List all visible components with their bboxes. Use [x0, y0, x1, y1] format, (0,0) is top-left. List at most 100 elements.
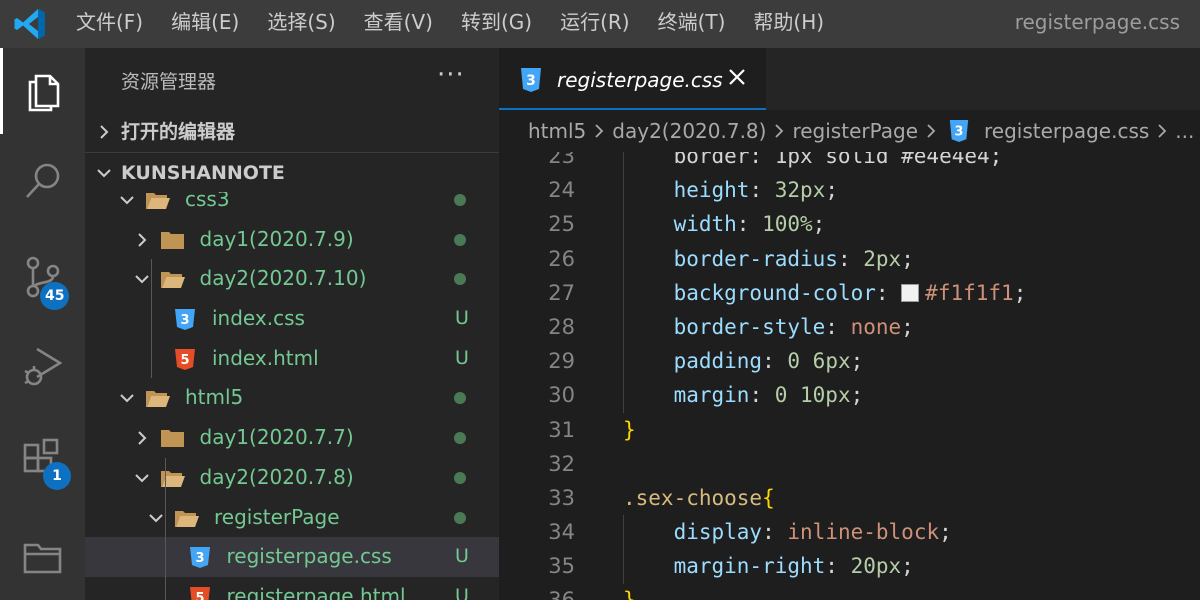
activity-search[interactable]	[0, 138, 85, 224]
code-line[interactable]: 28 border-style: none;	[499, 310, 1200, 344]
breadcrumb-day2[interactable]: day2(2020.7.8)	[612, 119, 766, 143]
code-line[interactable]: 25 width: 100%;	[499, 207, 1200, 241]
code-line[interactable]: 31}	[499, 413, 1200, 447]
menu-run[interactable]: 运行(R)	[546, 0, 644, 48]
tree-item[interactable]: css3	[85, 192, 499, 220]
code-line[interactable]: 34 display: inline-block;	[499, 515, 1200, 549]
menu-file[interactable]: 文件(F)	[62, 0, 157, 48]
code-line[interactable]: 33 .sex-choose{	[499, 481, 1200, 515]
code-token: .sex-choose	[623, 485, 763, 510]
code-token: #f1f1f1	[925, 280, 1014, 305]
code-text: }	[623, 413, 636, 447]
activity-source-control[interactable]: 45	[0, 234, 85, 320]
css-file-icon: 3	[189, 547, 210, 569]
activity-folders[interactable]	[0, 514, 85, 600]
css-file-icon: 3	[521, 68, 541, 92]
menu-go[interactable]: 转到(G)	[447, 0, 546, 48]
open-editors-section[interactable]: 打开的编辑器	[85, 112, 499, 152]
menu-edit[interactable]: 编辑(E)	[157, 0, 253, 48]
breadcrumb-registerpage[interactable]: registerPage	[792, 119, 918, 143]
code-token: width	[673, 212, 737, 237]
menu-view[interactable]: 查看(V)	[350, 0, 447, 48]
file-tree: css3 day1(2020.7.9) day2(2020.7.10) 3 index.…	[85, 192, 499, 600]
files-icon	[28, 74, 60, 112]
line-number: 27	[548, 280, 575, 305]
code-token: :	[749, 178, 775, 203]
code-token: 32px	[774, 178, 826, 203]
code-token: border: 1px solid #e4e4e4;	[623, 152, 1003, 168]
line-number: 28	[548, 314, 575, 339]
tab-registerpage-css[interactable]: 3 registerpage.css	[499, 48, 766, 110]
chevron-right-icon	[100, 125, 109, 139]
activity-extensions[interactable]: 1	[0, 416, 85, 502]
tab-label: registerpage.css	[557, 68, 723, 92]
menu-selection[interactable]: 选择(S)	[253, 0, 349, 48]
code-text: width: 100%;	[623, 207, 826, 241]
tree-item[interactable]: day1(2020.7.9)	[85, 220, 499, 260]
chevron-right-icon	[137, 431, 146, 445]
breadcrumb-more[interactable]: ...	[1175, 119, 1194, 143]
activity-explorer[interactable]	[0, 48, 85, 134]
extensions-badge: 1	[43, 462, 71, 490]
tree-item[interactable]: 5 registerpage.html U	[85, 577, 499, 600]
code-token: ;	[1013, 280, 1027, 305]
tree-item[interactable]: 3 registerpage.css U	[85, 537, 499, 577]
code-token: border-radius	[673, 246, 838, 271]
code-line[interactable]: 36}	[499, 583, 1200, 600]
git-status-dot	[454, 273, 466, 286]
code-editor[interactable]: 23 border: 1px solid #e4e4e4; 24 height: …	[499, 152, 1200, 600]
code-line[interactable]: 30 margin: 0 10px;	[499, 378, 1200, 412]
tree-item-label: registerpage.css	[226, 544, 392, 569]
project-section[interactable]: KUNSHANNOTE	[85, 152, 499, 192]
tree-item[interactable]: day2(2020.7.8)	[85, 458, 499, 498]
code-token: {	[762, 485, 775, 510]
indent-guide	[623, 515, 624, 584]
code-token: 100%	[762, 212, 813, 237]
code-token: ;	[850, 383, 864, 408]
folder-open-icon	[160, 272, 185, 289]
tree-item[interactable]: day1(2020.7.7)	[85, 418, 499, 458]
breadcrumb-file[interactable]: registerpage.css	[984, 119, 1149, 143]
line-number: 35	[548, 554, 575, 579]
explorer-title: 资源管理器	[121, 71, 217, 93]
css-file-icon: 3	[949, 120, 969, 142]
tree-item[interactable]: html5	[85, 378, 499, 418]
tree-item-label: registerpage.html	[226, 583, 406, 600]
tree-item[interactable]: 5 index.html U	[85, 339, 499, 379]
tree-item[interactable]: 3 index.css U	[85, 299, 499, 339]
git-status-untracked: U	[455, 346, 469, 369]
close-icon[interactable]	[727, 67, 747, 87]
breadcrumb-html5[interactable]: html5	[528, 119, 586, 143]
color-swatch[interactable]	[901, 283, 920, 302]
code-line[interactable]: 29 padding: 0 6px;	[499, 344, 1200, 378]
html-file-icon: 5	[189, 586, 210, 600]
folder-icon	[160, 231, 184, 249]
code-line[interactable]: 23 border: 1px solid #e4e4e4;	[499, 152, 1200, 173]
code-token: :	[736, 212, 763, 237]
svg-text:3: 3	[180, 313, 189, 328]
code-text: margin: 0 10px;	[623, 378, 864, 412]
activity-run-debug[interactable]	[0, 324, 85, 410]
explorer-header: 资源管理器 ···	[85, 48, 499, 112]
more-actions-button[interactable]: ···	[437, 60, 465, 90]
tree-item[interactable]: day2(2020.7.10)	[85, 259, 499, 299]
code-line[interactable]: 26 border-radius: 2px;	[499, 242, 1200, 276]
code-line[interactable]: 32	[499, 447, 1200, 481]
code-token: ;	[825, 178, 838, 203]
folder-icon	[23, 543, 61, 574]
code-token: :	[825, 314, 851, 339]
code-text: }	[623, 583, 636, 600]
folder-open-icon	[146, 193, 170, 209]
chevron-down-icon	[97, 169, 111, 178]
menu-help[interactable]: 帮助(H)	[739, 0, 838, 48]
tree-item[interactable]: registerPage	[85, 498, 499, 538]
activity-bar: 45 1	[0, 48, 85, 600]
tree-item-label: day1(2020.7.9)	[199, 226, 354, 251]
code-line[interactable]: 27 background-color: #f1f1f1;	[499, 276, 1200, 310]
code-token: margin-right	[673, 554, 826, 579]
code-line[interactable]: 35 margin-right: 20px;	[499, 549, 1200, 583]
git-status-dot	[454, 233, 466, 246]
menu-terminal[interactable]: 终端(T)	[644, 0, 740, 48]
code-line[interactable]: 24 height: 32px;	[499, 173, 1200, 207]
